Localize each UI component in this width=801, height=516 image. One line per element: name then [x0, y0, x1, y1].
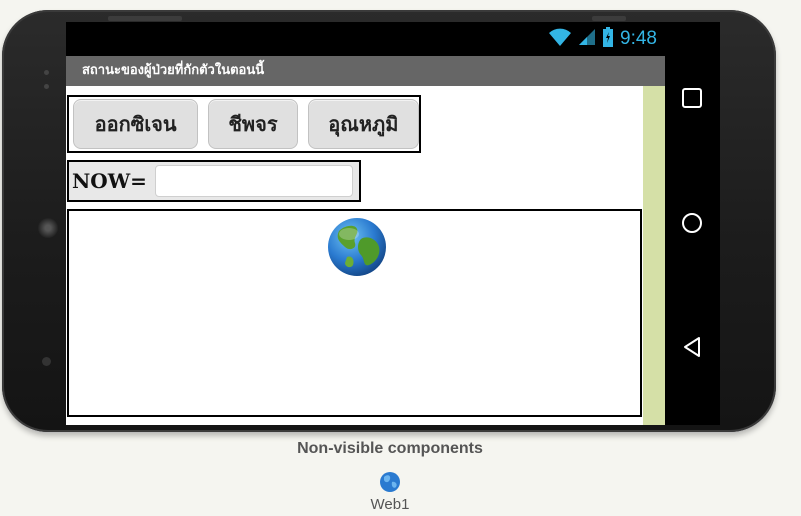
- non-visible-section: Non-visible components Web1: [0, 440, 780, 513]
- button-row: ออกซิเจน ชีพจร อุณหภูมิ: [67, 95, 421, 153]
- non-visible-title: Non-visible components: [297, 440, 483, 457]
- phone-top-edge: [108, 16, 182, 21]
- globe-icon: [327, 217, 387, 277]
- web-viewer[interactable]: [67, 209, 642, 417]
- sensor-dot: [44, 70, 49, 75]
- screen-content: ออกซิเจน ชีพจร อุณหภูมิ NOW=: [66, 86, 643, 425]
- camera-dot: [42, 357, 51, 366]
- phone-screen: 9:48 สถานะของผู้ป่วยที่กักตัวในตอนนี้ ออ…: [66, 22, 665, 425]
- status-clock: 9:48: [620, 28, 657, 49]
- recents-square-icon[interactable]: [677, 83, 707, 113]
- web1-label: Web1: [370, 496, 410, 513]
- app-title: สถานะของผู้ป่วยที่กักตัวในตอนนี้: [82, 63, 265, 78]
- cell-signal-icon: [578, 28, 596, 50]
- status-icons: 9:48: [548, 27, 657, 51]
- globe-icon[interactable]: [379, 471, 401, 493]
- android-nav-bar: [665, 22, 720, 425]
- now-input[interactable]: [155, 165, 353, 197]
- temperature-button[interactable]: อุณหภูมิ: [307, 99, 419, 149]
- wifi-icon: [548, 27, 572, 51]
- status-bar: 9:48: [66, 22, 665, 56]
- pulse-button[interactable]: ชีพจร: [208, 99, 298, 149]
- app-title-bar: สถานะของผู้ป่วยที่กักตัวในตอนนี้: [66, 56, 665, 86]
- home-circle-icon[interactable]: [677, 208, 707, 238]
- now-label: NOW=: [72, 169, 147, 193]
- now-row: NOW=: [67, 160, 361, 202]
- phone-top-edge-right: [592, 16, 626, 21]
- scroll-strip: [643, 86, 665, 425]
- speaker-icon: [38, 218, 58, 238]
- battery-icon: [602, 27, 614, 51]
- back-triangle-icon[interactable]: [677, 332, 707, 362]
- sensor-dot: [44, 84, 49, 89]
- oxygen-button[interactable]: ออกซิเจน: [73, 99, 199, 149]
